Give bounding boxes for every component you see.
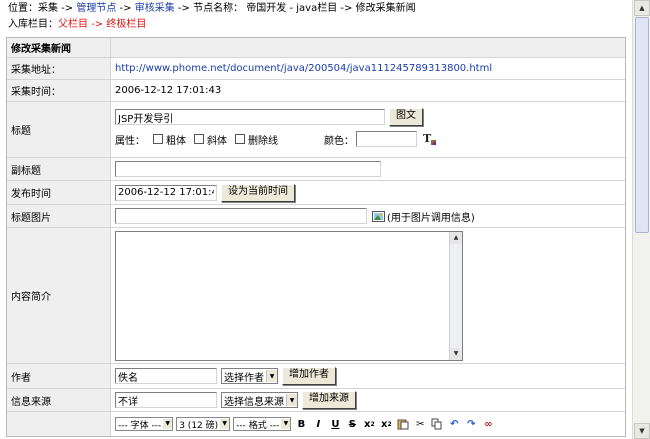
- summary-label: 内容简介: [7, 228, 111, 363]
- color-label: 颜色：: [324, 135, 354, 147]
- breadcrumb-link-manage-nodes[interactable]: 管理节点: [76, 3, 116, 14]
- font-select[interactable]: --- 字体 --- ▼: [115, 417, 174, 431]
- scroll-thumb[interactable]: [635, 17, 649, 233]
- chevron-down-icon: ▼: [281, 419, 291, 429]
- size-select[interactable]: 3 (12 磅) ▼: [176, 417, 231, 431]
- collect-time-row: 采集时间： 2006-12-12 17:01:43: [7, 79, 625, 101]
- chevron-down-icon: ▼: [286, 394, 297, 406]
- source-label: 信息来源: [7, 389, 111, 411]
- strike-checkbox[interactable]: [235, 134, 245, 144]
- breadcrumb-sep: -> 节点名称：: [177, 3, 244, 14]
- paste-icon[interactable]: [396, 417, 410, 431]
- title-row: 标题 图文 属性： 粗体 斜体 删除线 颜色： T: [7, 101, 625, 157]
- strike-icon[interactable]: S: [345, 417, 359, 431]
- storage-column-path: 入库栏目：父栏目 -> 终极栏目: [8, 18, 146, 32]
- breadcrumb-prefix: 位置：采集 ->: [8, 3, 74, 14]
- author-input[interactable]: [115, 368, 217, 384]
- storage-sep: ->: [91, 19, 104, 30]
- scroll-up-arrow-icon[interactable]: ▲: [634, 0, 650, 16]
- publish-time-label: 发布时间: [7, 181, 111, 204]
- breadcrumb-sep: ->: [119, 3, 132, 14]
- image-select-icon[interactable]: [372, 210, 385, 222]
- summary-scrollbar[interactable]: ▲ ▼: [449, 231, 462, 360]
- source-select[interactable]: 选择信息来源 ▼: [221, 392, 298, 408]
- source-input[interactable]: [115, 392, 217, 408]
- breadcrumb-node-name: 帝国开发 - java栏目: [246, 3, 338, 14]
- chevron-down-icon: ▼: [220, 419, 230, 429]
- source-url-label: 采集地址：: [7, 58, 111, 79]
- form-header-row: 修改采集新闻: [7, 38, 625, 57]
- add-source-button[interactable]: 增加来源: [302, 391, 356, 409]
- italic-checkbox[interactable]: [194, 134, 204, 144]
- svg-text:T: T: [423, 132, 432, 145]
- source-url-row: 采集地址： http://www.phome.net/document/java…: [7, 57, 625, 79]
- title-pic-label: 标题图片: [7, 205, 111, 227]
- form-header: 修改采集新闻: [7, 38, 111, 57]
- chevron-down-icon: ▼: [163, 419, 173, 429]
- scroll-up-arrow-icon[interactable]: ▲: [450, 231, 462, 244]
- strike-label: 删除线: [248, 135, 278, 147]
- edit-collect-news-form: 修改采集新闻 采集地址： http://www.phome.net/docume…: [6, 37, 626, 437]
- set-now-button[interactable]: 设为当前时间: [221, 183, 295, 202]
- undo-icon[interactable]: ↶: [447, 417, 461, 431]
- subtitle-input[interactable]: [115, 161, 381, 177]
- title-pic-hint: (用于图片调用信息): [387, 212, 475, 224]
- title-pic-input[interactable]: [115, 208, 367, 224]
- page-scrollbar[interactable]: ▲ ▼: [632, 0, 650, 439]
- attr-label: 属性：: [115, 135, 145, 147]
- bold-label: 粗体: [166, 135, 186, 147]
- collect-time-value: 2006-12-12 17:01:43: [111, 80, 625, 101]
- subtitle-row: 副标题: [7, 157, 625, 180]
- cut-icon[interactable]: ✂: [413, 417, 427, 431]
- subtitle-label: 副标题: [7, 158, 111, 180]
- italic-icon[interactable]: I: [311, 417, 325, 431]
- chevron-down-icon: ▼: [266, 370, 277, 382]
- breadcrumb-link-review-collect[interactable]: 审核采集: [135, 3, 175, 14]
- collect-time-label: 采集时间：: [7, 80, 111, 101]
- title-pic-row: 标题图片 (用于图片调用信息): [7, 204, 625, 227]
- author-select[interactable]: 选择作者 ▼: [221, 368, 278, 384]
- scroll-down-arrow-icon[interactable]: ▼: [634, 423, 650, 439]
- storage-label: 入库栏目：: [8, 19, 58, 30]
- author-label: 作者: [7, 364, 111, 388]
- breadcrumb-current: 修改采集新闻: [355, 3, 416, 14]
- author-row: 作者 选择作者▼ 增加作者: [7, 363, 625, 388]
- scroll-down-arrow-icon[interactable]: ▼: [450, 347, 462, 360]
- add-author-button[interactable]: 增加作者: [282, 367, 336, 385]
- breadcrumb: 位置：采集 -> 管理节点 -> 审核采集 -> 节点名称： 帝国开发 - ja…: [8, 2, 416, 16]
- bold-checkbox[interactable]: [153, 134, 163, 144]
- page: 位置：采集 -> 管理节点 -> 审核采集 -> 节点名称： 帝国开发 - ja…: [0, 0, 632, 439]
- editor-toolbar: --- 字体 --- ▼ 3 (12 磅) ▼ --- 格式 --- ▼ B I U …: [115, 415, 495, 433]
- editor-row: --- 字体 --- ▼ 3 (12 磅) ▼ --- 格式 --- ▼ B I U …: [7, 411, 625, 436]
- italic-label: 斜体: [207, 135, 227, 147]
- source-row: 信息来源 选择信息来源▼ 增加来源: [7, 388, 625, 411]
- storage-parent-link[interactable]: 父栏目: [58, 19, 88, 30]
- title-image-button[interactable]: 图文: [389, 108, 423, 126]
- copy-icon[interactable]: [430, 417, 444, 431]
- redo-icon[interactable]: ↷: [464, 417, 478, 431]
- breadcrumb-sep: ->: [340, 3, 353, 14]
- underline-icon[interactable]: U: [328, 417, 342, 431]
- color-picker-icon[interactable]: T: [423, 132, 437, 146]
- summary-row: 内容简介 ▲ ▼: [7, 227, 625, 363]
- format-select[interactable]: --- 格式 --- ▼: [233, 417, 292, 431]
- title-label: 标题: [7, 102, 111, 157]
- publish-time-input[interactable]: [115, 184, 217, 201]
- title-input[interactable]: [115, 109, 385, 125]
- color-input[interactable]: [356, 131, 417, 147]
- source-url-link[interactable]: http://www.phome.net/document/java/20050…: [115, 63, 492, 74]
- summary-textarea[interactable]: ▲ ▼: [115, 230, 463, 361]
- link-icon[interactable]: ∞: [481, 417, 495, 431]
- superscript-icon[interactable]: x2: [379, 417, 393, 431]
- bold-icon[interactable]: B: [294, 417, 308, 431]
- subscript-icon[interactable]: x2: [362, 417, 376, 431]
- storage-child-link[interactable]: 终极栏目: [106, 19, 146, 30]
- publish-time-row: 发布时间 设为当前时间: [7, 180, 625, 204]
